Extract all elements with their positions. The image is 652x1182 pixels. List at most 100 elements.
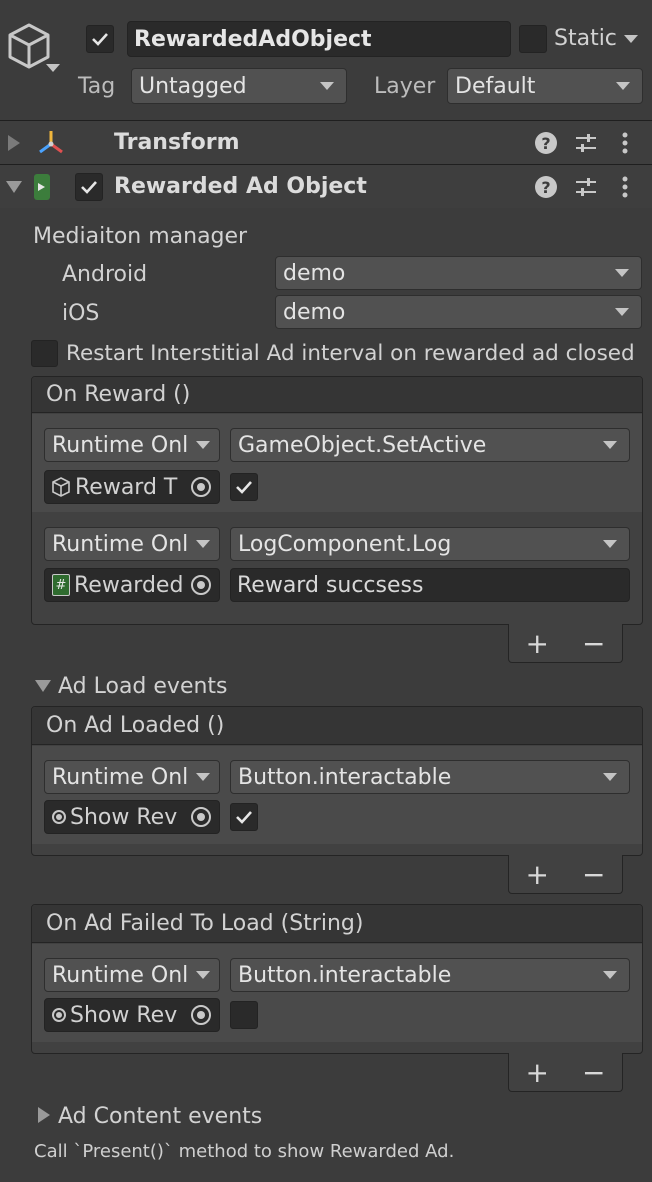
script-icon: # xyxy=(52,574,70,596)
remove-listener-button[interactable]: − xyxy=(582,627,605,660)
chevron-down-icon xyxy=(196,773,210,781)
target-object-field[interactable]: Reward T xyxy=(44,470,220,504)
on-reward-event-panel: On Reward () Runtime Onl GameObject.SetA… xyxy=(31,376,643,625)
method-value: Button.interactable xyxy=(238,962,452,988)
static-label: Static xyxy=(554,26,617,51)
target-object-name: Show Rev xyxy=(70,804,178,830)
chevron-down-icon xyxy=(603,773,617,781)
foldout-collapsed-icon[interactable] xyxy=(8,135,20,151)
layer-value: Default xyxy=(455,73,536,99)
object-picker-icon[interactable] xyxy=(191,807,211,827)
checkmark-icon xyxy=(236,481,252,494)
chevron-down-icon xyxy=(615,308,629,316)
method-dropdown[interactable]: LogComponent.Log xyxy=(230,527,630,561)
ad-load-foldout-icon[interactable] xyxy=(35,680,51,692)
target-object-field[interactable]: Show Rev xyxy=(44,998,220,1032)
rewarded-component-header[interactable]: Rewarded Ad Object ? xyxy=(0,165,652,208)
runtime-value: Runtime Onl xyxy=(52,531,189,557)
tag-label: Tag xyxy=(78,74,116,99)
ad-load-label[interactable]: Ad Load events xyxy=(58,676,228,698)
object-name-input[interactable]: RewardedAdObject xyxy=(127,21,511,57)
ios-value: demo xyxy=(283,299,346,325)
object-name-text: RewardedAdObject xyxy=(134,26,372,52)
remove-listener-button[interactable]: − xyxy=(582,1056,605,1089)
target-object-field[interactable]: Show Rev xyxy=(44,800,220,834)
on-ad-failed-event-panel: On Ad Failed To Load (String) Runtime On… xyxy=(31,904,643,1054)
method-dropdown[interactable]: GameObject.SetActive xyxy=(230,428,630,462)
add-listener-button[interactable]: + xyxy=(526,858,549,891)
restart-interval-checkbox[interactable] xyxy=(31,340,58,367)
transform-icon xyxy=(36,128,66,158)
on-ad-loaded-event-panel: On Ad Loaded () Runtime Onl Button.inter… xyxy=(31,706,643,856)
tag-value: Untagged xyxy=(139,73,247,99)
transform-component-header[interactable]: Transform ? xyxy=(0,121,652,164)
ad-content-label[interactable]: Ad Content events xyxy=(58,1106,262,1128)
foldout-expanded-icon[interactable] xyxy=(6,181,22,193)
chevron-down-icon xyxy=(603,441,617,449)
android-dropdown[interactable]: demo xyxy=(275,256,642,290)
chevron-down-icon xyxy=(603,971,617,979)
button-icon xyxy=(52,1008,66,1022)
layer-label: Layer xyxy=(374,74,436,99)
add-listener-button[interactable]: + xyxy=(526,627,549,660)
chevron-down-icon xyxy=(196,441,210,449)
string-argument-input[interactable]: Reward succsess xyxy=(230,568,630,602)
ad-content-foldout-icon[interactable] xyxy=(38,1107,50,1123)
add-listener-button[interactable]: + xyxy=(526,1056,549,1089)
checkmark-icon xyxy=(236,811,252,824)
string-argument-value: Reward succsess xyxy=(237,572,424,598)
presets-icon[interactable] xyxy=(574,132,598,154)
runtime-dropdown[interactable]: Runtime Onl xyxy=(44,958,220,992)
on-ad-loaded-header: On Ad Loaded () xyxy=(32,707,642,745)
button-icon xyxy=(52,810,66,824)
on-reward-event-header: On Reward () xyxy=(32,377,642,413)
object-header: RewardedAdObject Static Tag Untagged Lay… xyxy=(0,0,652,120)
tag-dropdown[interactable]: Untagged xyxy=(131,68,347,104)
help-text: Call `Present()` method to show Rewarded… xyxy=(34,1141,455,1162)
bool-argument-checkbox[interactable] xyxy=(230,803,258,831)
remove-listener-button[interactable]: − xyxy=(582,858,605,891)
on-ad-failed-header: On Ad Failed To Load (String) xyxy=(32,905,642,943)
runtime-value: Runtime Onl xyxy=(52,432,189,458)
object-picker-icon[interactable] xyxy=(191,1005,211,1025)
target-object-field[interactable]: # Rewarded xyxy=(44,568,220,602)
chevron-down-icon xyxy=(196,971,210,979)
cube-icon xyxy=(52,477,70,497)
method-value: GameObject.SetActive xyxy=(238,432,487,458)
static-checkbox[interactable] xyxy=(519,25,547,53)
on-ad-loaded-footer: + − xyxy=(508,855,623,894)
runtime-dropdown[interactable]: Runtime Onl xyxy=(44,428,220,462)
on-ad-failed-footer: + − xyxy=(508,1053,623,1092)
script-component-icon xyxy=(34,174,50,200)
object-picker-icon[interactable] xyxy=(191,575,211,595)
context-menu-icon[interactable] xyxy=(620,176,630,198)
context-menu-icon[interactable] xyxy=(620,132,630,154)
chevron-down-icon xyxy=(615,269,629,277)
method-value: LogComponent.Log xyxy=(238,531,452,557)
static-dropdown-arrow-icon[interactable] xyxy=(624,35,638,43)
runtime-value: Runtime Onl xyxy=(52,962,189,988)
object-picker-icon[interactable] xyxy=(191,477,211,497)
checkmark-icon xyxy=(81,181,97,194)
chevron-down-icon xyxy=(603,540,617,548)
runtime-dropdown[interactable]: Runtime Onl xyxy=(44,760,220,794)
help-icon[interactable]: ? xyxy=(535,132,557,154)
ios-dropdown[interactable]: demo xyxy=(275,295,642,329)
android-label: Android xyxy=(62,262,148,287)
presets-icon[interactable] xyxy=(574,176,598,198)
runtime-dropdown[interactable]: Runtime Onl xyxy=(44,527,220,561)
method-dropdown[interactable]: Button.interactable xyxy=(230,958,630,992)
active-checkbox[interactable] xyxy=(86,25,114,53)
layer-dropdown[interactable]: Default xyxy=(447,68,643,104)
icon-dropdown-arrow-icon[interactable] xyxy=(46,64,60,72)
ios-label: iOS xyxy=(62,301,100,326)
method-dropdown[interactable]: Button.interactable xyxy=(230,760,630,794)
target-object-name: Reward T xyxy=(75,474,178,500)
help-icon[interactable]: ? xyxy=(535,176,557,198)
transform-title: Transform xyxy=(114,130,240,155)
on-ad-loaded-title: On Ad Loaded () xyxy=(46,713,225,738)
bool-argument-checkbox[interactable] xyxy=(230,1001,258,1029)
bool-argument-checkbox[interactable] xyxy=(230,473,258,501)
component-enabled-checkbox[interactable] xyxy=(75,173,103,201)
restart-interval-label: Restart Interstitial Ad interval on rewa… xyxy=(66,341,635,366)
